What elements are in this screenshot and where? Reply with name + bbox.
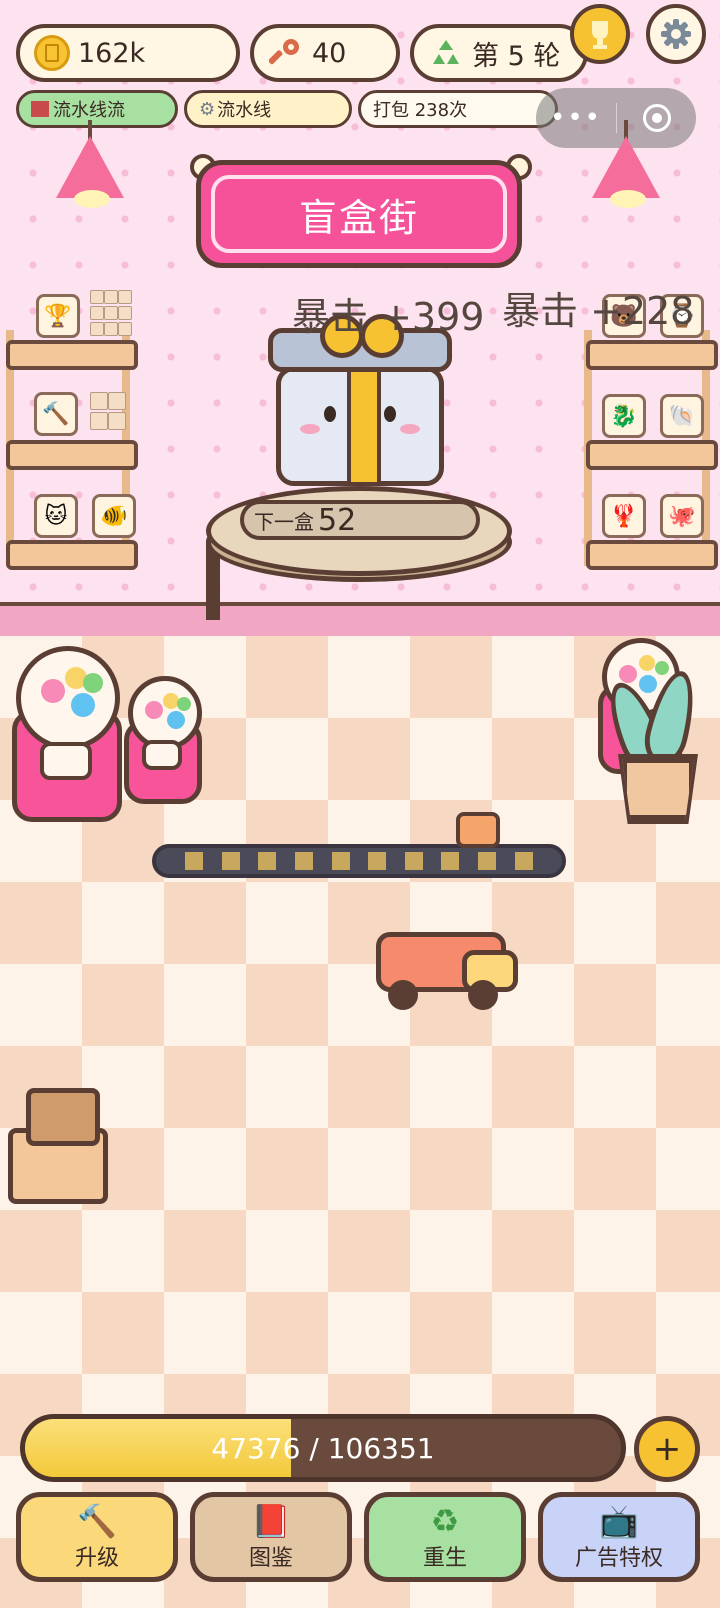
wall-trim — [0, 602, 720, 640]
collectible-set[interactable] — [90, 290, 132, 336]
recycle-icon — [428, 35, 464, 71]
upgrade-label: 升级 — [74, 1546, 119, 1571]
shop-sign: 盲盒街 — [196, 160, 522, 268]
crit-popup: 暴击 +399 — [292, 295, 485, 339]
ad-privilege-label: 广告特权 — [574, 1546, 663, 1571]
collectible-card[interactable]: 🐠 — [92, 494, 136, 538]
shelf-left-3 — [6, 540, 138, 570]
gumball-slot — [40, 742, 92, 780]
book-icon: 📕 — [251, 1502, 291, 1540]
lamp-right — [592, 136, 660, 198]
coin-counter[interactable]: 162k — [16, 24, 240, 82]
hammer-icon: 🔨 — [77, 1502, 117, 1540]
next-box-counter: 下一盒 52 — [240, 500, 480, 540]
close-miniprogram-button[interactable] — [617, 104, 696, 132]
gumball-machine[interactable] — [122, 676, 204, 806]
factory-icon — [31, 101, 49, 117]
coin-value: 162k — [78, 37, 146, 69]
collectible-card[interactable]: 🦞 — [602, 494, 646, 538]
line-mode-label: 流水线流 — [53, 100, 125, 121]
shelf-right-2 — [586, 440, 718, 470]
round-counter[interactable]: 第 5 轮 — [410, 24, 588, 82]
gear-icon — [661, 19, 691, 49]
gumball-globe — [128, 676, 202, 750]
line-mode-tag[interactable]: 流水线流 — [16, 90, 178, 128]
next-box-value: 52 — [318, 502, 357, 538]
collectible-card[interactable]: 🐚 — [660, 394, 704, 438]
lamp-glow-left — [74, 190, 110, 208]
trophy-icon — [592, 21, 608, 49]
collectible-card[interactable]: 🐱 — [34, 494, 78, 538]
progress-label: 47376 / 106351 — [211, 1431, 435, 1465]
line-settings-label: 流水线 — [217, 100, 272, 121]
gumball-slot — [142, 740, 182, 770]
crit-popup: 暴击 +228 — [502, 289, 695, 333]
gift-box-blush — [400, 424, 420, 434]
shelf-left-1 — [6, 340, 138, 370]
collectible-card[interactable]: 🔨 — [34, 392, 78, 436]
gift-box-eye — [384, 406, 396, 422]
gift-box-ribbon — [347, 370, 381, 482]
target-icon — [642, 104, 671, 132]
truck-wheel — [388, 980, 418, 1010]
collection-button[interactable]: 📕 图鉴 — [190, 1492, 352, 1582]
ad-privilege-button[interactable]: 📺 广告特权 — [538, 1492, 700, 1582]
conveyor-package — [456, 812, 500, 848]
next-box-label: 下一盒 — [254, 509, 314, 534]
upgrade-button[interactable]: 🔨 升级 — [16, 1492, 178, 1582]
truck-wheel — [468, 980, 498, 1010]
line-settings-tag[interactable]: ⚙ 流水线 — [184, 90, 352, 128]
gumball-globe — [16, 646, 120, 750]
trophy-button[interactable] — [570, 4, 630, 64]
storage-crate-top — [26, 1088, 100, 1146]
lamp-glow-right — [610, 190, 646, 208]
coin-icon — [34, 35, 70, 71]
rebirth-label: 重生 — [422, 1546, 467, 1571]
shelf-right-3 — [586, 540, 718, 570]
shelf-left-2 — [6, 440, 138, 470]
conveyor-belt[interactable] — [152, 844, 566, 878]
pack-count-label: 打包 238次 — [373, 100, 468, 121]
gumball-machine[interactable] — [10, 646, 126, 826]
key-icon — [268, 35, 304, 71]
key-value: 40 — [312, 37, 347, 69]
collection-label: 图鉴 — [248, 1546, 293, 1571]
pack-count-tag: 打包 238次 — [358, 90, 558, 128]
gift-box-eye — [324, 406, 336, 422]
shop-sign-title: 盲盒街 — [211, 175, 507, 253]
collectible-card[interactable]: 🏆 — [36, 294, 80, 338]
gift-box-blush — [300, 424, 320, 434]
lamp-left — [56, 136, 124, 198]
more-menu-icon[interactable]: ••• — [536, 103, 616, 133]
round-value: 第 5 轮 — [472, 40, 561, 72]
plant-pot — [622, 758, 694, 820]
progress-bar: 47376 / 106351 — [20, 1414, 626, 1482]
key-counter[interactable]: 40 — [250, 24, 400, 82]
add-button[interactable]: + — [634, 1416, 700, 1482]
rebirth-button[interactable]: ♻ 重生 — [364, 1492, 526, 1582]
gear-icon: ⚙ — [199, 98, 216, 120]
tv-icon: 📺 — [599, 1502, 639, 1540]
settings-button[interactable] — [646, 4, 706, 64]
collectible-card[interactable]: 🐙 — [660, 494, 704, 538]
collectible-set[interactable] — [90, 392, 126, 430]
recycle-icon: ♻ — [430, 1502, 460, 1540]
shelf-right-1 — [586, 340, 718, 370]
collectible-card[interactable]: 🐉 — [602, 394, 646, 438]
